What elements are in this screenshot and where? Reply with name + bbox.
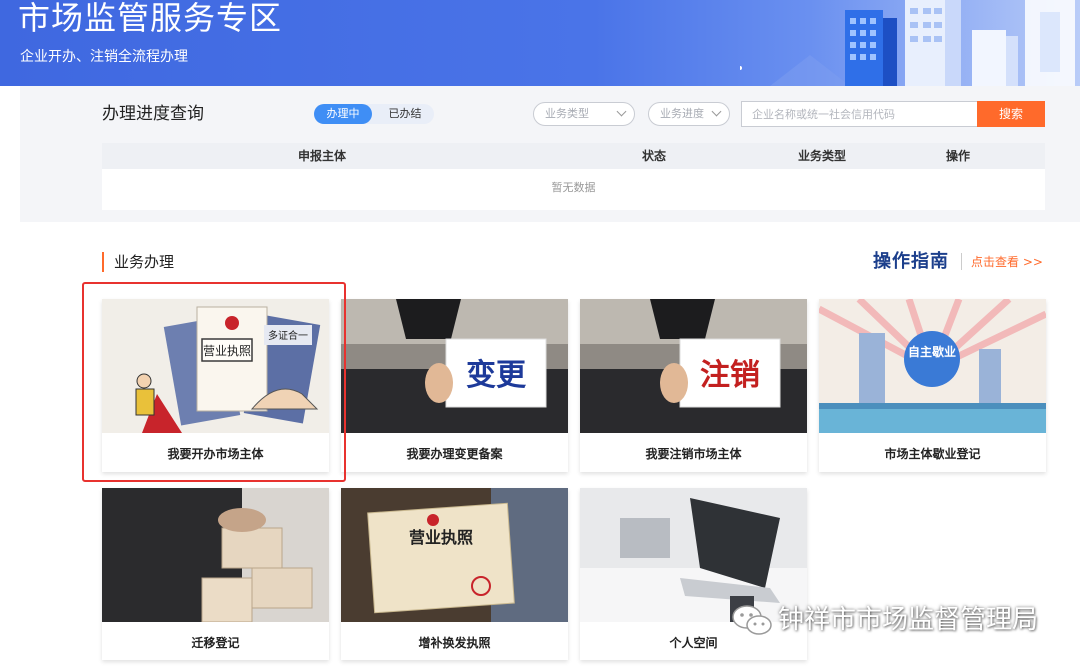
deregister-text: 注销	[700, 358, 760, 393]
table-empty-text: 暂无数据	[551, 181, 596, 194]
business-section-title: 业务办理	[102, 252, 174, 272]
relocation-blocks-photo	[102, 488, 329, 622]
guide-divider	[961, 253, 962, 270]
enterprise-search-input[interactable]	[741, 101, 978, 127]
column-header-business-type: 业务类型	[797, 149, 846, 163]
business-progress-select-label: 业务进度	[660, 107, 704, 120]
table-header: 申报主体 状态 业务类型 操作	[102, 143, 1045, 169]
status-tabs: 办理中 已办结	[314, 104, 434, 124]
card-change-filing[interactable]: 变更 我要办理变更备案	[341, 299, 568, 472]
wechat-watermark: 钟祥市市场监督管理局	[730, 600, 1038, 640]
banner-subtitle: 企业开办、注销全流程办理	[20, 49, 188, 65]
reissue-license-photo: 营业执照	[341, 488, 568, 622]
multi-cert-text: 多证合一	[268, 329, 308, 342]
deregister-sign-photo: 注销	[580, 299, 807, 433]
card-reissue-license[interactable]: 营业执照 增补换发执照	[341, 488, 568, 660]
business-license-illustration: 营业执照 多证合一	[102, 299, 329, 433]
card-relocation[interactable]: 迁移登记	[102, 488, 329, 660]
card-label: 我要注销市场主体	[645, 447, 742, 461]
license-text: 营业执照	[409, 528, 473, 547]
banner-title: 市场监管服务专区	[18, 0, 283, 37]
column-header-status: 状态	[641, 149, 666, 163]
card-label: 增补换发执照	[418, 636, 491, 650]
progress-query-title: 办理进度查询	[102, 104, 204, 124]
license-text: 营业执照	[203, 344, 251, 358]
card-label: 市场主体歇业登记	[884, 447, 981, 461]
business-type-select-label: 业务类型	[545, 107, 589, 120]
card-start-business[interactable]: 营业执照 多证合一 我要开办市场主体	[102, 299, 329, 472]
card-label: 我要办理变更备案	[406, 447, 503, 461]
tab-completed[interactable]: 已办结	[376, 104, 434, 124]
view-guide-link[interactable]: 点击查看 >>	[971, 252, 1043, 272]
watermark-text: 钟祥市市场监督管理局	[778, 605, 1039, 635]
card-label: 迁移登记	[191, 636, 240, 650]
wechat-icon	[732, 605, 772, 635]
search-button[interactable]: 搜索	[977, 101, 1045, 127]
card-deregister[interactable]: 注销 我要注销市场主体	[580, 299, 807, 472]
business-progress-select[interactable]: 业务进度	[648, 102, 730, 126]
business-type-select[interactable]: 业务类型	[533, 102, 635, 126]
tab-in-progress[interactable]: 办理中	[314, 104, 372, 124]
page-banner: 市场监管服务专区 企业开办、注销全流程办理	[0, 0, 1080, 86]
change-text: 变更	[466, 358, 527, 393]
card-suspend-business[interactable]: 自主歇业 市场主体歇业登记	[819, 299, 1046, 472]
chevron-down-icon	[616, 106, 627, 117]
card-label: 我要开办市场主体	[167, 447, 264, 461]
self-suspend-text: 自主歇业	[908, 344, 956, 359]
column-header-operation: 操作	[945, 149, 970, 163]
city-buildings-illustration	[740, 0, 1075, 86]
column-header-subject: 申报主体	[297, 149, 346, 163]
chevron-down-icon	[711, 106, 722, 117]
progress-table: 申报主体 状态 业务类型 操作 暂无数据	[102, 143, 1045, 210]
operation-guide-title: 操作指南	[873, 251, 949, 272]
change-sign-photo: 变更	[341, 299, 568, 433]
self-suspension-illustration: 自主歇业	[819, 299, 1046, 433]
